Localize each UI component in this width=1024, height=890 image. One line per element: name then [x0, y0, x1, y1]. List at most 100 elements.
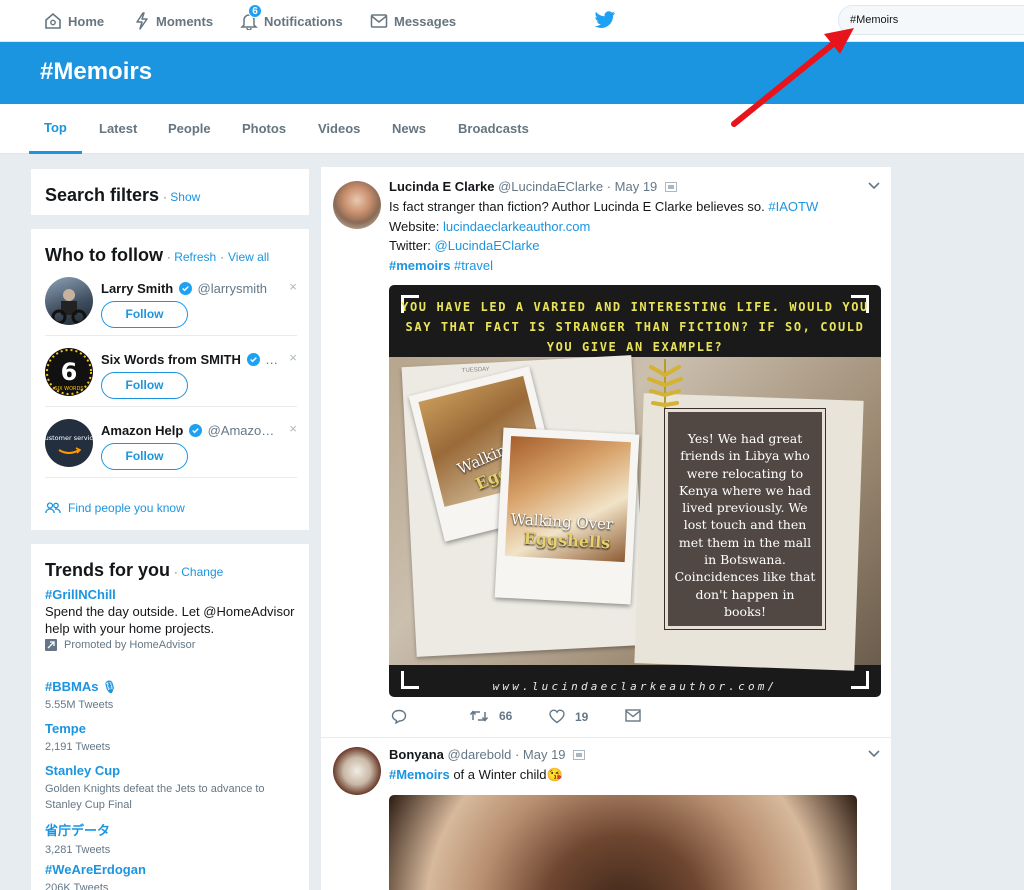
tweet-media-image[interactable]: YOU HAVE LED A VARIED AND INTERESTING LI…	[389, 285, 881, 697]
tweet-author-handle[interactable]: @LucindaEClarke	[498, 179, 603, 194]
tweet-divider	[321, 737, 891, 738]
trend-item[interactable]: #GrillNChill Spend the day outside. Let …	[45, 587, 297, 651]
tweet-author-handle[interactable]: @darebold	[448, 747, 512, 762]
website-label: Website:	[389, 218, 443, 234]
tweet-header: Lucinda E Clarke @LucindaEClarke · May 1…	[389, 179, 677, 194]
suggested-user-name-line: Larry Smith @larrysmith	[101, 281, 267, 296]
trend-meta: 206K Tweets	[45, 882, 109, 890]
dismiss-icon[interactable]: ×	[289, 350, 297, 365]
search-filters-show-link[interactable]: Show	[170, 190, 200, 204]
verified-icon	[188, 424, 202, 437]
trend-item[interactable]: 省庁データ 3,281 Tweets	[45, 820, 297, 858]
trends-module: Trends for you · Change #GrillNChill Spe…	[30, 543, 310, 890]
hashtag-link[interactable]: #memoirs	[389, 258, 450, 273]
media-url-text: www.lucindaeclarkeauthor.com/	[492, 680, 778, 693]
tab-videos[interactable]: Videos	[318, 104, 360, 154]
trend-name[interactable]: #WeAreErdogan	[45, 862, 297, 877]
tab-news[interactable]: News	[392, 104, 426, 154]
trend-name[interactable]: 省庁データ	[45, 820, 297, 839]
trend-item[interactable]: #BBMAs 🎙 5.55M Tweets	[45, 679, 297, 713]
trends-change-link[interactable]: Change	[181, 565, 223, 579]
tab-top[interactable]: Top	[29, 104, 82, 154]
trend-name[interactable]: #GrillNChill	[45, 587, 297, 602]
user-handle[interactable]: …	[265, 352, 278, 367]
tweet-line: Is fact stranger than fiction? Author Lu…	[389, 199, 769, 214]
hashtag-link[interactable]: #IAOTW	[768, 199, 818, 214]
find-people-label: Find people you know	[68, 501, 185, 515]
tab-photos[interactable]: Photos	[242, 104, 286, 154]
find-people-link[interactable]: Find people you know	[45, 501, 185, 515]
trend-name[interactable]: Tempe	[45, 721, 297, 736]
direct-message-button[interactable]	[625, 709, 651, 722]
refresh-link[interactable]: Refresh	[174, 250, 216, 264]
trends-title: Trends for you	[45, 560, 171, 580]
trend-name[interactable]: #BBMAs 🎙	[45, 679, 297, 694]
trend-description: Spend the day outside. Let @HomeAdvisor …	[45, 604, 295, 636]
like-button[interactable]: 19	[549, 709, 588, 724]
tweet-text: #Memoirs of a Winter child😘	[389, 765, 879, 785]
refresh-separator: ·	[220, 250, 225, 264]
hashtag-banner: #Memoirs	[0, 42, 1024, 104]
hashtag-link[interactable]: #Memoirs	[389, 767, 450, 782]
dismiss-icon[interactable]: ×	[289, 421, 297, 436]
tweet-actions: 66 19	[389, 709, 689, 729]
tab-latest[interactable]: Latest	[99, 104, 137, 154]
rider-photo-icon	[51, 289, 87, 325]
like-count: 19	[575, 709, 589, 724]
tweet-author-name[interactable]: Bonyana	[389, 747, 444, 762]
tweet-author-name[interactable]: Lucinda E Clarke	[389, 179, 494, 194]
trend-item[interactable]: #WeAreErdogan 206K Tweets	[45, 862, 297, 890]
tab-people[interactable]: People	[168, 104, 211, 154]
tab-broadcasts[interactable]: Broadcasts	[458, 104, 529, 154]
twitter-bird-icon[interactable]	[594, 10, 616, 30]
view-all-link[interactable]: View all	[228, 250, 269, 264]
tweet[interactable]: Lucinda E Clarke @LucindaEClarke · May 1…	[321, 179, 891, 739]
trend-item[interactable]: Tempe 2,191 Tweets	[45, 721, 297, 755]
trophy-emoji-icon: 🎙	[102, 680, 118, 694]
nav-messages[interactable]: Messages	[370, 0, 456, 42]
avatar[interactable]: 6 SIX WORDS	[45, 348, 93, 396]
hashtag-link[interactable]: #travel	[450, 258, 493, 273]
avatar[interactable]: customer service	[45, 419, 93, 467]
red-arrow-annotation	[731, 28, 854, 127]
website-link[interactable]: lucindaeclarkeauthor.com	[443, 219, 590, 234]
reply-button[interactable]	[391, 709, 417, 724]
dismiss-icon[interactable]: ×	[289, 279, 297, 294]
user-name[interactable]: Amazon Help	[101, 423, 183, 438]
nav-notifications-label: Notifications	[264, 13, 343, 29]
tweet[interactable]: Bonyana @darebold · May 19 #Memoirs of a…	[321, 747, 891, 890]
follow-button[interactable]: Follow	[101, 372, 188, 399]
retweet-button[interactable]: 66	[469, 709, 512, 723]
polaroid-photo: Walking Over Eggshells	[494, 427, 640, 605]
nav-home[interactable]: Home	[44, 0, 104, 42]
chevron-down-icon[interactable]	[867, 181, 881, 191]
user-name[interactable]: Six Words from SMITH	[101, 352, 241, 367]
user-handle[interactable]: @larrysmith	[198, 281, 268, 296]
user-handle[interactable]: @Amazo…	[208, 423, 275, 438]
tweet-media-image[interactable]	[389, 795, 857, 890]
user-name[interactable]: Larry Smith	[101, 281, 173, 296]
chevron-down-icon[interactable]	[867, 749, 881, 759]
tweet-date[interactable]: · May 19	[607, 179, 658, 194]
media-answer-text: Yes! We had great friends in Libya who w…	[674, 431, 816, 619]
translate-icon	[664, 182, 677, 192]
nav-home-label: Home	[68, 13, 105, 29]
follow-button[interactable]: Follow	[101, 301, 188, 328]
people-icon	[45, 502, 61, 514]
tweet-date[interactable]: · May 19	[515, 747, 566, 762]
follow-button[interactable]: Follow	[101, 443, 188, 470]
nav-moments[interactable]: Moments	[134, 0, 213, 42]
search-tabs: Top Latest People Photos Videos News Bro…	[0, 104, 1024, 154]
avatar[interactable]	[333, 747, 381, 795]
avatar[interactable]	[333, 181, 381, 229]
trend-name[interactable]: Stanley Cup	[45, 763, 297, 778]
nav-notifications[interactable]: 6 Notifications	[240, 0, 343, 42]
tweet-text: Is fact stranger than fiction? Author Lu…	[389, 197, 879, 275]
promoted-label: Promoted by HomeAdvisor	[64, 639, 196, 651]
mention-link[interactable]: @LucindaEClarke	[435, 238, 540, 253]
trend-item[interactable]: Stanley Cup Golden Knights defeat the Je…	[45, 763, 297, 813]
twitter-label: Twitter:	[389, 238, 435, 253]
avatar[interactable]	[45, 277, 93, 325]
amazon-logo-icon: customer service	[45, 434, 93, 454]
trend-meta: 2,191 Tweets	[45, 741, 111, 753]
